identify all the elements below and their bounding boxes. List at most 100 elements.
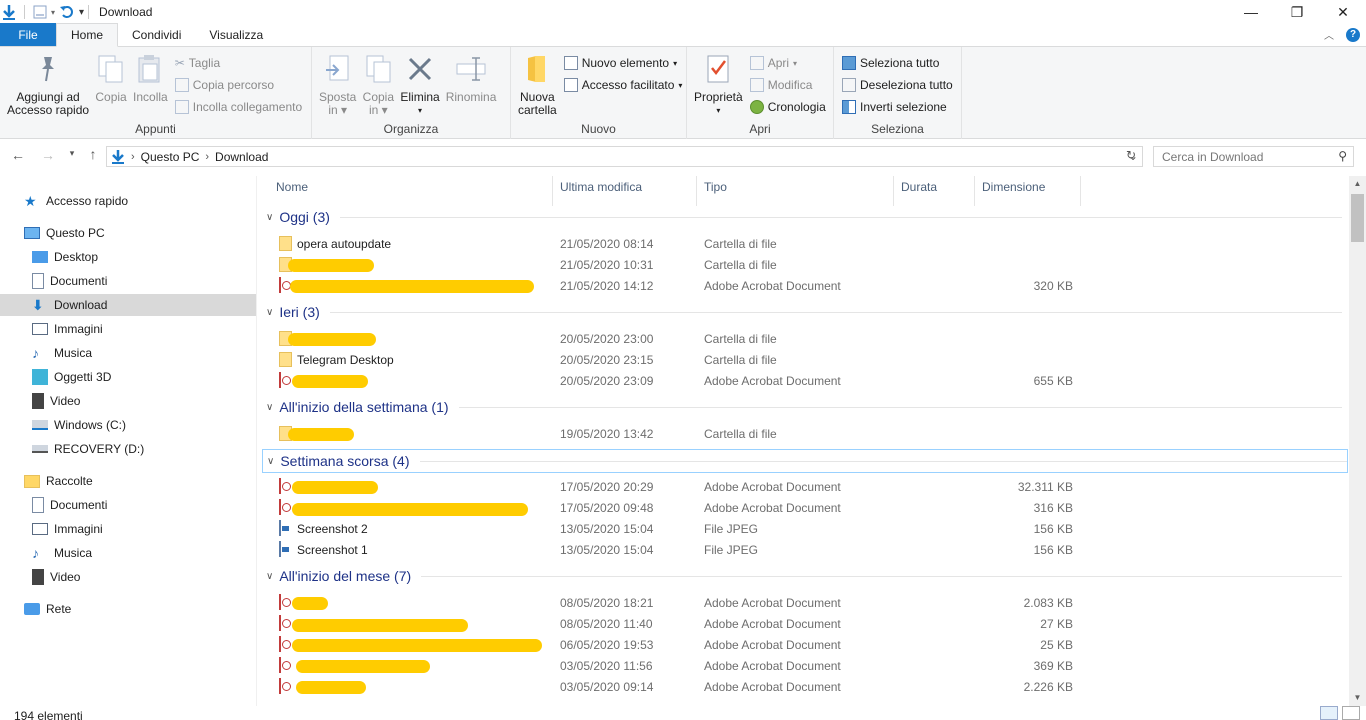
refresh-icon[interactable]: ↻ xyxy=(1126,148,1136,162)
nav-3d-objects[interactable]: Oggetti 3D xyxy=(32,366,111,388)
recent-locations-icon[interactable]: ▾ xyxy=(62,148,82,159)
qa-dropdown-icon[interactable]: ▾ xyxy=(51,8,55,17)
nav-documents[interactable]: Documenti xyxy=(32,270,107,292)
nav-downloads[interactable]: ⬇ Download xyxy=(0,294,256,316)
table-row[interactable]: 19/05/2020 13:42 Cartella di file xyxy=(262,423,1342,444)
nav-lib-documents[interactable]: Documenti xyxy=(32,494,107,516)
table-row[interactable]: 20/05/2020 23:09 Adobe Acrobat Document … xyxy=(262,370,1342,391)
table-row[interactable]: 20/05/2020 23:00 Cartella di file xyxy=(262,328,1342,349)
properties-icon[interactable] xyxy=(33,5,47,19)
tab-home[interactable]: Home xyxy=(56,23,119,47)
table-row[interactable]: 06/05/2020 19:53 Adobe Acrobat Document … xyxy=(262,634,1342,655)
nav-this-pc[interactable]: Questo PC xyxy=(24,222,105,244)
rename-label: Rinomina xyxy=(445,90,497,104)
nav-lib-videos[interactable]: Video xyxy=(32,566,80,588)
nav-desktop-label: Desktop xyxy=(54,250,99,264)
table-row[interactable]: Screenshot 1 13/05/2020 15:04 File JPEG … xyxy=(262,539,1342,560)
up-arrow-icon[interactable]: ↑ xyxy=(83,146,103,162)
breadcrumb-download[interactable]: Download xyxy=(215,150,268,164)
table-row[interactable]: 21/05/2020 14:12 Adobe Acrobat Document … xyxy=(262,275,1342,296)
row-size: 655 KB xyxy=(1033,374,1073,388)
invert-selection-icon xyxy=(842,100,856,114)
minimize-button[interactable]: — xyxy=(1228,0,1274,24)
row-name: Telegram Desktop xyxy=(297,353,394,367)
window-title: Download xyxy=(99,5,153,19)
group-title: Settimana scorsa (4) xyxy=(280,453,410,469)
select-none-button[interactable]: Deseleziona tutto xyxy=(842,76,953,94)
large-icons-view-icon[interactable] xyxy=(1342,706,1360,720)
table-row[interactable]: 03/05/2020 09:14 Adobe Acrobat Document … xyxy=(262,676,1342,697)
maximize-button[interactable]: ❐ xyxy=(1274,0,1320,24)
nav-drive-d[interactable]: RECOVERY (D:) xyxy=(32,438,144,460)
table-row[interactable]: 08/05/2020 18:21 Adobe Acrobat Document … xyxy=(262,592,1342,613)
search-input[interactable]: Cerca in Download ⚲ xyxy=(1153,146,1354,167)
easy-access-button[interactable]: Accesso facilitato ▾ xyxy=(563,76,683,94)
table-row[interactable]: Telegram Desktop 20/05/2020 23:15 Cartel… xyxy=(262,349,1342,370)
copy-path-button[interactable]: Copia percorso xyxy=(174,76,302,94)
scroll-down-icon[interactable]: ▼ xyxy=(1349,690,1366,706)
table-row[interactable]: 03/05/2020 11:56 Adobe Acrobat Document … xyxy=(262,655,1342,676)
nav-videos[interactable]: Video xyxy=(32,390,80,412)
help-icon[interactable]: ? xyxy=(1346,27,1360,42)
easy-access-dropdown-icon: ▾ xyxy=(678,80,683,90)
scroll-thumb[interactable] xyxy=(1351,194,1364,242)
new-item-button[interactable]: Nuovo elemento ▾ xyxy=(563,54,683,72)
nav-pictures[interactable]: Immagini xyxy=(32,318,103,340)
row-name: Screenshot 1 xyxy=(297,543,368,557)
table-row[interactable]: 08/05/2020 11:40 Adobe Acrobat Document … xyxy=(262,613,1342,634)
collapse-ribbon-icon[interactable]: ︿ xyxy=(1324,27,1334,42)
paste-shortcut-button[interactable]: Incolla collegamento xyxy=(174,98,302,116)
scroll-up-icon[interactable]: ▲ xyxy=(1349,176,1366,192)
tab-share[interactable]: Condividi xyxy=(118,23,195,46)
open-button[interactable]: Apri ▾ xyxy=(749,54,826,72)
nav-this-pc-label: Questo PC xyxy=(46,226,105,240)
nav-drive-c[interactable]: Windows (C:) xyxy=(32,414,126,436)
column-header-size[interactable]: Dimensione xyxy=(982,176,1045,198)
group-header-earlier-this-month[interactable]: ∨ All'inizio del mese (7) xyxy=(262,565,1342,587)
nav-lib-pictures[interactable]: Immagini xyxy=(32,518,103,540)
group-header-last-week[interactable]: ∨ Settimana scorsa (4) xyxy=(262,449,1348,473)
invert-selection-button[interactable]: Inverti selezione xyxy=(842,98,953,116)
nav-quick-access[interactable]: ★ Accesso rapido xyxy=(24,190,128,212)
group-header-today[interactable]: ∨ Oggi (3) xyxy=(262,206,1342,228)
nav-network[interactable]: Rete xyxy=(24,598,71,620)
tab-file[interactable]: File xyxy=(0,23,56,46)
column-header-name[interactable]: Nome xyxy=(276,176,308,198)
copy-label: Copia xyxy=(95,90,127,104)
undo-icon[interactable] xyxy=(59,5,75,19)
column-header-type[interactable]: Tipo xyxy=(704,176,727,198)
history-button[interactable]: Cronologia xyxy=(749,98,826,116)
table-row[interactable]: 17/05/2020 20:29 Adobe Acrobat Document … xyxy=(262,476,1342,497)
customize-toolbar-icon[interactable]: ▾ xyxy=(79,7,84,18)
table-row[interactable]: 21/05/2020 10:31 Cartella di file xyxy=(262,254,1342,275)
table-row[interactable]: 17/05/2020 09:48 Adobe Acrobat Document … xyxy=(262,497,1342,518)
tab-view[interactable]: Visualizza xyxy=(195,23,277,46)
edit-button[interactable]: Modifica xyxy=(749,76,826,94)
table-row[interactable]: opera autoupdate 21/05/2020 08:14 Cartel… xyxy=(262,233,1342,254)
back-arrow-icon[interactable]: ← xyxy=(8,147,28,163)
cut-button[interactable]: ✂ Taglia xyxy=(175,54,302,72)
close-button[interactable]: ✕ xyxy=(1320,0,1366,24)
row-date: 08/05/2020 18:21 xyxy=(560,596,654,610)
nav-lib-music[interactable]: ♪ Musica xyxy=(32,542,92,564)
group-header-yesterday[interactable]: ∨ Ieri (3) xyxy=(262,301,1342,323)
vertical-scrollbar[interactable]: ▲ ▼ xyxy=(1349,176,1366,706)
file-list: Nome Ultima modifica Tipo Durata Dimensi… xyxy=(262,176,1348,706)
nav-music[interactable]: ♪ Musica xyxy=(32,342,92,364)
forward-arrow-icon[interactable]: → xyxy=(38,147,58,163)
group-header-earlier-this-week[interactable]: ∨ All'inizio della settimana (1) xyxy=(262,396,1342,418)
film-icon xyxy=(32,569,44,585)
redaction-mark xyxy=(292,597,328,610)
column-header-modified[interactable]: Ultima modifica xyxy=(560,176,642,198)
breadcrumb-this-pc[interactable]: Questo PC xyxy=(141,150,200,164)
nav-libraries[interactable]: Raccolte xyxy=(24,470,93,492)
table-row[interactable]: Screenshot 2 13/05/2020 15:04 File JPEG … xyxy=(262,518,1342,539)
row-date: 13/05/2020 15:04 xyxy=(560,522,654,536)
select-all-button[interactable]: Seleziona tutto xyxy=(842,54,953,72)
address-bar[interactable]: › Questo PC › Download ⌄ xyxy=(106,146,1143,167)
row-type: Adobe Acrobat Document xyxy=(704,659,841,673)
nav-desktop[interactable]: Desktop xyxy=(32,246,98,268)
network-icon xyxy=(24,603,40,615)
details-view-icon[interactable] xyxy=(1320,706,1338,720)
column-header-duration[interactable]: Durata xyxy=(901,176,937,198)
